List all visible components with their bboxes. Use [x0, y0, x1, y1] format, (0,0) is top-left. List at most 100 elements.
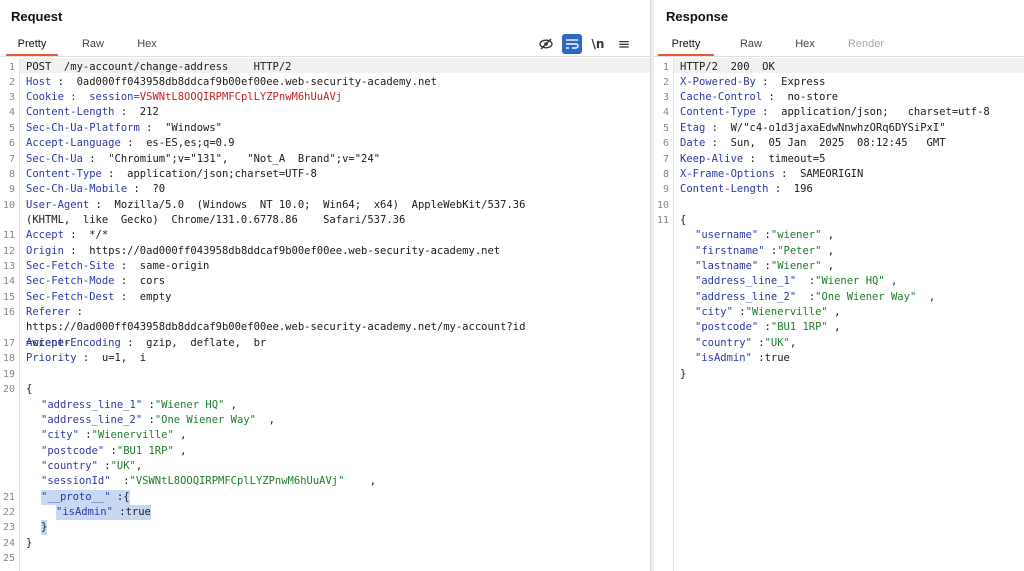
tab-pretty[interactable]: Pretty [658, 32, 714, 56]
header-key: Accept-Encoding [26, 337, 121, 349]
header-value: : gzip, deflate, br [120, 337, 267, 349]
json-key: "lastname" [695, 260, 759, 272]
json-pair: "username" :"wiener" , [695, 228, 834, 243]
line-number: 16 [2, 307, 15, 318]
header-host: Host : 0ad000ff043958db8ddcaf9b00ef00ee.… [26, 75, 437, 90]
tab-raw[interactable]: Raw [68, 32, 118, 56]
json-comma: , [827, 306, 841, 318]
json-sep: :{ [110, 491, 130, 503]
json-comma: , [173, 445, 187, 457]
json-pair: "address_line_1" :"Wiener HQ" , [695, 274, 897, 289]
line-number: 2 [8, 77, 15, 88]
tab-pretty[interactable]: Pretty [6, 32, 58, 56]
line-number: 12 [2, 246, 15, 257]
line-number: 4 [8, 107, 15, 118]
header-user-agent-cont: (KHTML, like Gecko) Chrome/131.0.6778.86… [26, 214, 406, 226]
header-value: : SAMEORIGIN [774, 168, 864, 180]
json-key: "username" [695, 229, 759, 241]
line-number: 3 [662, 92, 669, 103]
request-toolbar: \n ≡ [536, 34, 636, 54]
json-pair: "city" :"Wienerville" , [695, 305, 840, 320]
line-number: 14 [2, 276, 15, 287]
line-number: 8 [662, 169, 669, 180]
eye-slash-icon[interactable] [536, 34, 556, 54]
header-key: Date [680, 137, 706, 149]
json-open-brace: { [680, 214, 687, 226]
header-key: X-Frame-Options [680, 168, 775, 180]
line-number: 5 [662, 123, 669, 134]
json-pair: "firstname" :"Peter" , [695, 244, 834, 259]
header-value: : cors [114, 275, 166, 287]
json-key: "sessionId" [41, 475, 111, 487]
line-number: 13 [2, 261, 15, 272]
header-key: Priority [26, 352, 77, 364]
header-accept-encoding: Accept-Encoding : gzip, deflate, br [26, 336, 266, 351]
header-key: Sec-Fetch-Mode [26, 275, 115, 287]
header-value: : u=1, i [76, 352, 147, 364]
header-key: Origin [26, 245, 64, 257]
line-number: 20 [2, 384, 15, 395]
header-mobile: Sec-Ch-Ua-Mobile : ?0 [26, 182, 165, 197]
json-key: "__proto__" [41, 491, 111, 503]
tab-render[interactable]: Render [836, 32, 896, 56]
json-key: "country" [695, 337, 752, 349]
tab-hex[interactable]: Hex [782, 32, 828, 56]
header-platform: Sec-Ch-Ua-Platform : "Windows" [26, 121, 222, 136]
header-value: : empty [114, 291, 172, 303]
header-key: Sec-Ch-Ua-Mobile [26, 183, 128, 195]
json-sep: : [758, 229, 771, 241]
json-key: "city" [41, 429, 79, 441]
json-value: "Wiener" [770, 260, 822, 272]
json-sep: : [796, 291, 816, 303]
header-value: : 196 [768, 183, 813, 195]
header-key: Referer [26, 306, 71, 318]
line-number: 2 [662, 77, 669, 88]
json-value: "Wiener HQ" [815, 275, 885, 287]
json-pair: "country" :"UK", [41, 459, 142, 474]
header-frame-options: X-Frame-Options : SAMEORIGIN [680, 167, 863, 182]
line-number: 24 [2, 538, 15, 549]
json-comma: , [827, 321, 841, 333]
header-key: Host [26, 76, 52, 88]
header-accept-language: Accept-Language : es-ES,es;q=0.9 [26, 136, 235, 151]
header-keep-alive: Keep-Alive : timeout=5 [680, 152, 825, 167]
json-key: "address_line_1" [695, 275, 797, 287]
json-sep: : [97, 460, 111, 472]
header-cookie: Cookie : session=VSWNtL8OOQIRPMFCplLYZPn… [26, 90, 342, 105]
wrap-text-icon[interactable] [562, 34, 582, 54]
tab-divider [654, 56, 1024, 57]
header-accept: Accept : */* [26, 228, 108, 243]
newline-toggle-icon[interactable]: \n [588, 34, 608, 54]
json-value: "One Wiener Way" [154, 414, 256, 426]
header-key: Content-Length [680, 183, 769, 195]
line-number: 3 [8, 92, 15, 103]
menu-icon[interactable]: ≡ [614, 34, 634, 54]
json-key: "address_line_2" [695, 291, 797, 303]
json-sep: : [764, 245, 778, 257]
header-value: : https://0ad000ff043958db8ddcaf9b00ef00… [63, 245, 501, 257]
json-value: true [125, 506, 151, 518]
tab-hex[interactable]: Hex [124, 32, 170, 56]
header-value: : "Chromium";v="131", "Not_A Brand";v="2… [82, 153, 381, 165]
line-number: 5 [8, 123, 15, 134]
line-number: 25 [2, 553, 15, 564]
response-gutter: 1 2 3 4 5 6 7 8 9 10 11 [654, 58, 674, 571]
line-number: 21 [2, 492, 15, 503]
json-sep: : [142, 399, 155, 411]
json-key: "postcode" [695, 321, 759, 333]
request-editor[interactable]: 1 2 3 4 5 6 7 8 9 10 11 12 13 14 15 16 1… [0, 58, 650, 571]
header-value: : Express [755, 76, 826, 88]
json-comma: , [821, 245, 835, 257]
line-number: 22 [2, 507, 15, 518]
header-key: User-Agent [26, 199, 90, 211]
header-key: Etag [680, 122, 706, 134]
json-comma: , [224, 399, 238, 411]
tab-raw[interactable]: Raw [726, 32, 776, 56]
cookie-value: =VSWNtL8OOQIRPMFCplLYZPnwM6hUuAVj [133, 91, 343, 103]
response-editor[interactable]: 1 2 3 4 5 6 7 8 9 10 11 HTTP/2 200 OK X-… [654, 58, 1024, 571]
line-number: 7 [662, 154, 669, 165]
json-comma: , [821, 229, 835, 241]
header-referer-url: https://0ad000ff043958db8ddcaf9b00ef00ee… [26, 321, 526, 333]
json-pair: "address_line_2" :"One Wiener Way" , [695, 290, 935, 305]
header-value: : 0ad000ff043958db8ddcaf9b00ef00ee.web-s… [51, 76, 437, 88]
